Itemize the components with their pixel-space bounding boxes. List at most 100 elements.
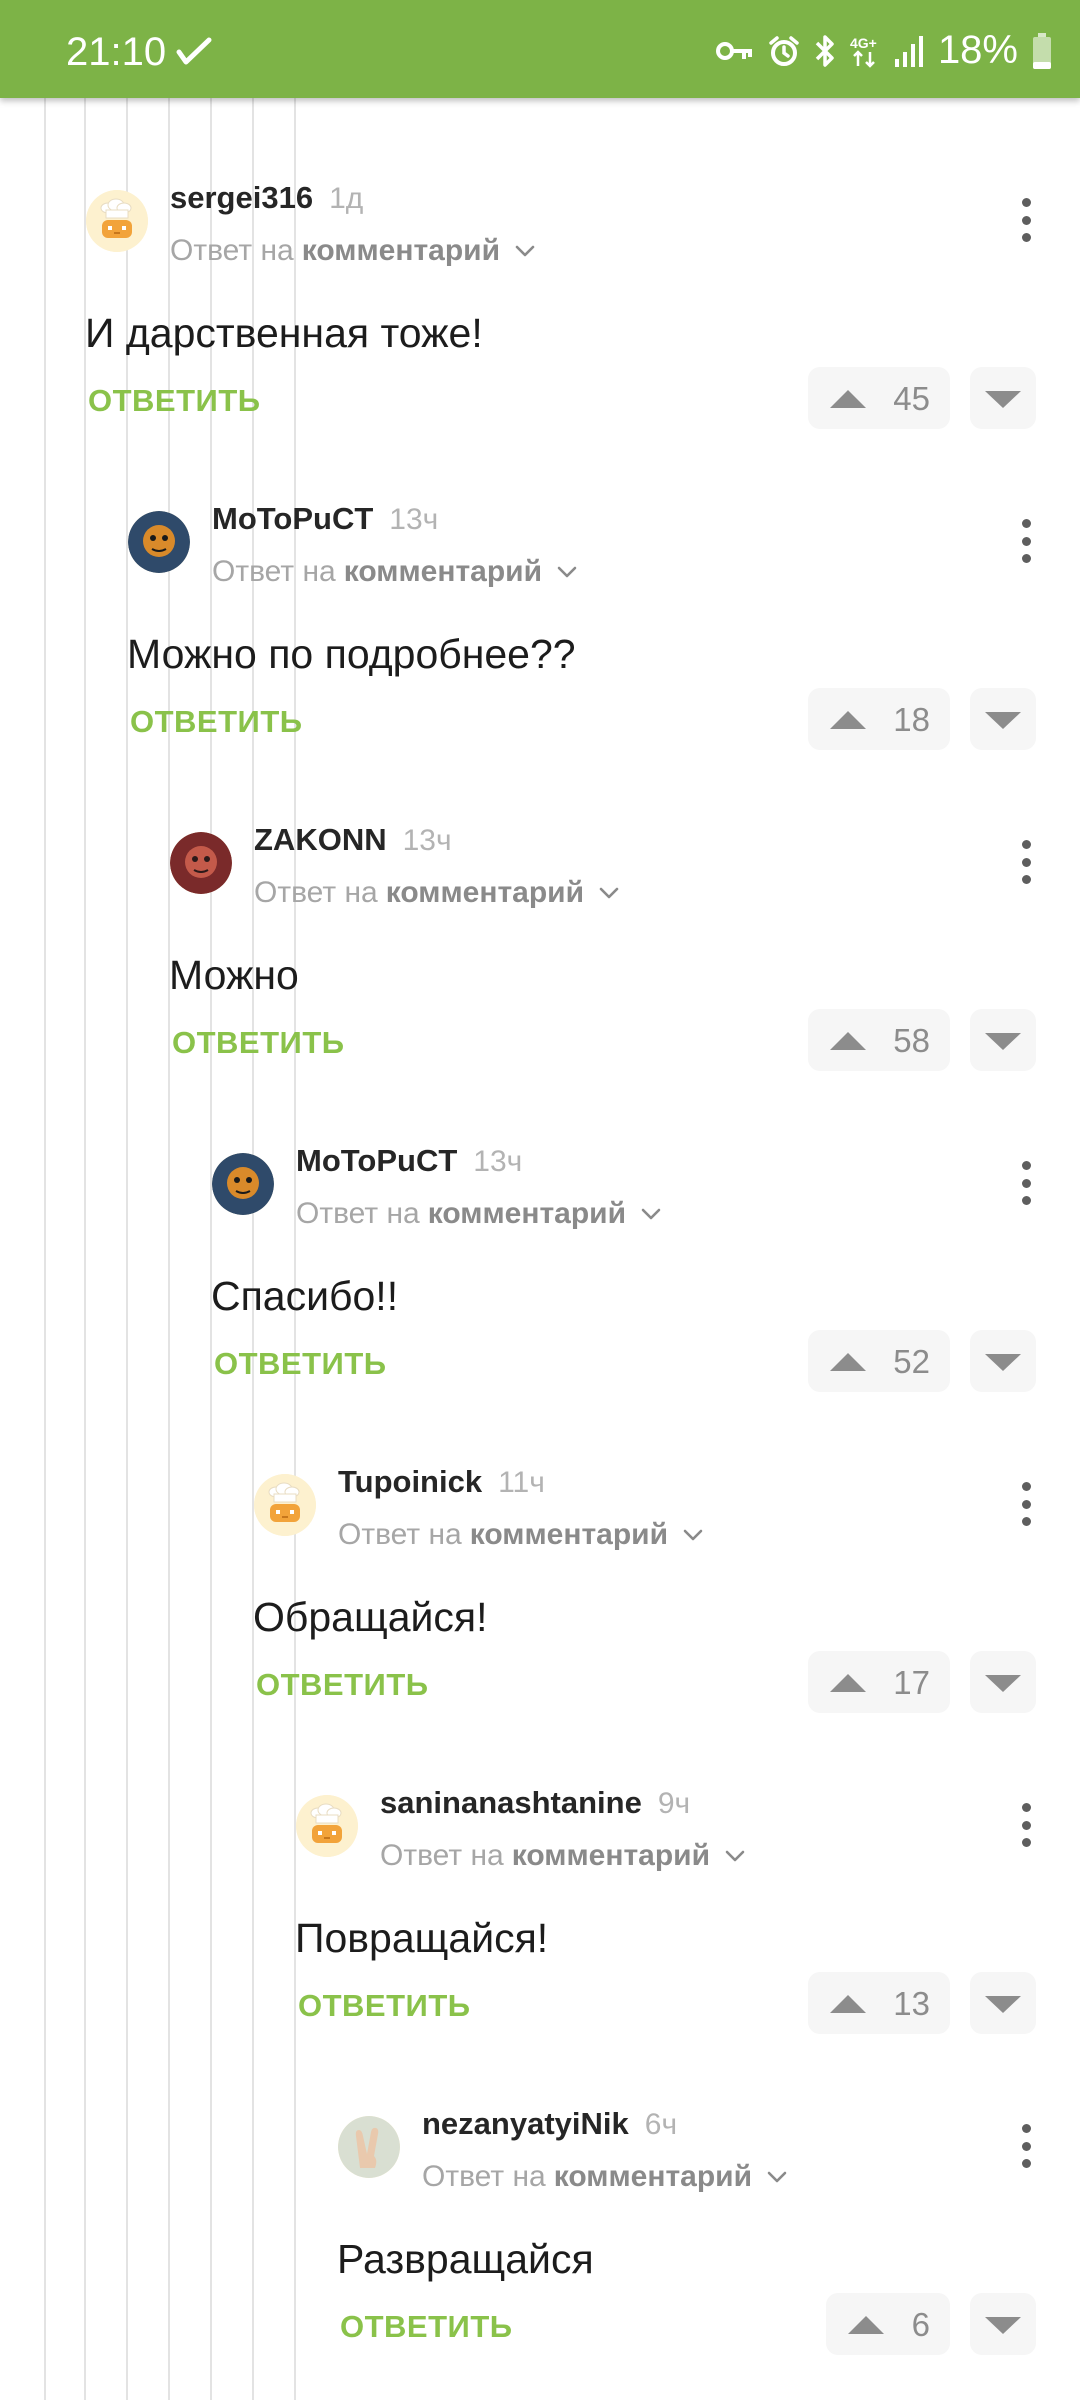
signal-icon bbox=[894, 35, 923, 67]
reply-to-link[interactable]: Ответ на комментарий bbox=[380, 1839, 746, 1873]
more-options-icon[interactable] bbox=[1012, 2124, 1040, 2168]
comment-header: sergei316 1д bbox=[170, 180, 363, 216]
user-photo-avatar-icon bbox=[170, 832, 232, 894]
chevron-down-icon bbox=[557, 566, 577, 578]
reply-to-prefix: Ответ на bbox=[338, 1518, 462, 1551]
more-options-icon[interactable] bbox=[1012, 1803, 1040, 1847]
bluetooth-icon bbox=[815, 34, 834, 67]
comment-text: И дарственная тоже! bbox=[85, 310, 483, 356]
comment-time: 6ч bbox=[644, 2108, 678, 2141]
avatar[interactable] bbox=[86, 190, 148, 252]
more-options-icon[interactable] bbox=[1012, 198, 1040, 242]
reply-button[interactable]: ОТВЕТИТЬ bbox=[340, 2309, 513, 2345]
comment-author[interactable]: nezanyatyiNik bbox=[422, 2106, 629, 2142]
status-icons: 4G+ 18% bbox=[715, 28, 1052, 73]
avatar[interactable] bbox=[296, 1795, 358, 1857]
reply-button[interactable]: ОТВЕТИТЬ bbox=[214, 1346, 387, 1382]
arrow-down-icon bbox=[985, 1675, 1021, 1692]
comment-time: 11ч bbox=[498, 1466, 545, 1499]
reply-to-target: комментарий bbox=[427, 1197, 627, 1230]
reply-to-prefix: Ответ на bbox=[380, 1839, 504, 1872]
comment-text: Можно bbox=[169, 952, 299, 998]
rating-count: 18 bbox=[893, 701, 930, 738]
comment-time: 13ч bbox=[402, 824, 452, 857]
comment-author[interactable]: sergei316 bbox=[170, 180, 313, 216]
reply-to-link[interactable]: Ответ на комментарий bbox=[296, 1197, 662, 1231]
comment-author[interactable]: saninanashtanine bbox=[380, 1785, 642, 1821]
reply-button[interactable]: ОТВЕТИТЬ bbox=[256, 1667, 429, 1703]
rating-count: 58 bbox=[893, 1022, 930, 1059]
battery-icon bbox=[1033, 32, 1051, 69]
reply-button[interactable]: ОТВЕТИТЬ bbox=[172, 1025, 345, 1061]
reply-to-target: комментарий bbox=[343, 555, 543, 588]
comment-header: saninanashtanine 9ч bbox=[380, 1785, 690, 1821]
comment-time: 13ч bbox=[473, 1145, 523, 1178]
comment-author[interactable]: Tupoinick bbox=[338, 1464, 482, 1500]
comment: nezanyatyiNik 6ч Ответ на комментарий Развра… bbox=[0, 2024, 1080, 2355]
chevron-down-icon bbox=[599, 887, 619, 899]
comment-time: 1д bbox=[329, 182, 364, 215]
arrow-down-icon bbox=[985, 391, 1021, 408]
comment-header: ZAKONN 13ч bbox=[254, 822, 452, 858]
user-photo-avatar-icon bbox=[212, 1153, 274, 1215]
comment-author[interactable]: MoToPuCT bbox=[296, 1143, 457, 1179]
more-options-icon[interactable] bbox=[1012, 1482, 1040, 1526]
comment-time: 13ч bbox=[389, 503, 439, 536]
key-icon bbox=[715, 41, 752, 60]
downvote-button[interactable] bbox=[970, 2293, 1036, 2355]
reply-button[interactable]: ОТВЕТИТЬ bbox=[130, 704, 303, 740]
reply-to-prefix: Ответ на bbox=[296, 1197, 420, 1230]
comment: ZAKONN 13ч Ответ на комментарий Можно ОТВЕТИТ… bbox=[0, 740, 1080, 1071]
comment: sergei316 1д Ответ на комментарий И дарствен… bbox=[0, 98, 1080, 429]
comment: saninanashtanine 9ч Ответ на комментарий Пов… bbox=[0, 1703, 1080, 2034]
comment-text: Развращайся bbox=[337, 2236, 594, 2282]
comment-thread: sergei316 1д Ответ на комментарий И дарствен… bbox=[0, 98, 1080, 2400]
rating-count: 52 bbox=[893, 1343, 930, 1380]
reply-to-prefix: Ответ на bbox=[170, 234, 294, 267]
comment-header: MoToPuCT 13ч bbox=[296, 1143, 522, 1179]
rating-count: 45 bbox=[893, 380, 930, 417]
chevron-down-icon bbox=[515, 245, 535, 257]
comment-author[interactable]: ZAKONN bbox=[254, 822, 387, 858]
reply-to-link[interactable]: Ответ на комментарий bbox=[170, 234, 536, 268]
comment-header: Tupoinick 11ч bbox=[338, 1464, 545, 1500]
more-options-icon[interactable] bbox=[1012, 1161, 1040, 1205]
svg-text:4G+: 4G+ bbox=[850, 35, 877, 51]
rating-count: 6 bbox=[911, 2306, 930, 2343]
arrow-down-icon bbox=[985, 1996, 1021, 2013]
reply-to-target: комментарий bbox=[553, 2160, 753, 2193]
reply-to-prefix: Ответ на bbox=[212, 555, 336, 588]
reply-to-link[interactable]: Ответ на комментарий bbox=[212, 555, 578, 589]
avatar[interactable] bbox=[128, 511, 190, 573]
comment-text: Можно по подробнее?? bbox=[127, 631, 576, 677]
comment-text: Обращайся! bbox=[253, 1594, 488, 1640]
alarm-icon bbox=[769, 35, 799, 66]
avatar[interactable] bbox=[338, 2116, 400, 2178]
arrow-down-icon bbox=[985, 712, 1021, 729]
arrow-up-icon bbox=[848, 2316, 884, 2334]
arrow-up-icon bbox=[830, 1032, 866, 1050]
reply-to-link[interactable]: Ответ на комментарий bbox=[422, 2160, 788, 2194]
more-options-icon[interactable] bbox=[1012, 840, 1040, 884]
reply-button[interactable]: ОТВЕТИТЬ bbox=[88, 383, 261, 419]
rating-count: 17 bbox=[893, 1664, 930, 1701]
arrow-up-icon bbox=[830, 390, 866, 408]
reply-button[interactable]: ОТВЕТИТЬ bbox=[298, 1988, 471, 2024]
reply-to-target: комментарий bbox=[511, 1839, 711, 1872]
upvote-button[interactable]: 6 bbox=[826, 2293, 950, 2355]
more-options-icon[interactable] bbox=[1012, 519, 1040, 563]
reply-to-target: комментарий bbox=[469, 1518, 669, 1551]
avatar[interactable] bbox=[170, 832, 232, 894]
reply-to-link[interactable]: Ответ на комментарий bbox=[254, 876, 620, 910]
avatar[interactable] bbox=[254, 1474, 316, 1536]
comment: MoToPuCT 13ч Ответ на комментарий Спасибо!! О… bbox=[0, 1061, 1080, 1392]
comment-author[interactable]: MoToPuCT bbox=[212, 501, 373, 537]
reply-to-link[interactable]: Ответ на комментарий bbox=[338, 1518, 704, 1552]
rating-count: 13 bbox=[893, 1985, 930, 2022]
arrow-down-icon bbox=[985, 2317, 1021, 2334]
cook-avatar-icon bbox=[254, 1474, 316, 1536]
reply-to-prefix: Ответ на bbox=[254, 876, 378, 909]
arrow-up-icon bbox=[830, 711, 866, 729]
user-photo-avatar-icon bbox=[128, 511, 190, 573]
avatar[interactable] bbox=[212, 1153, 274, 1215]
